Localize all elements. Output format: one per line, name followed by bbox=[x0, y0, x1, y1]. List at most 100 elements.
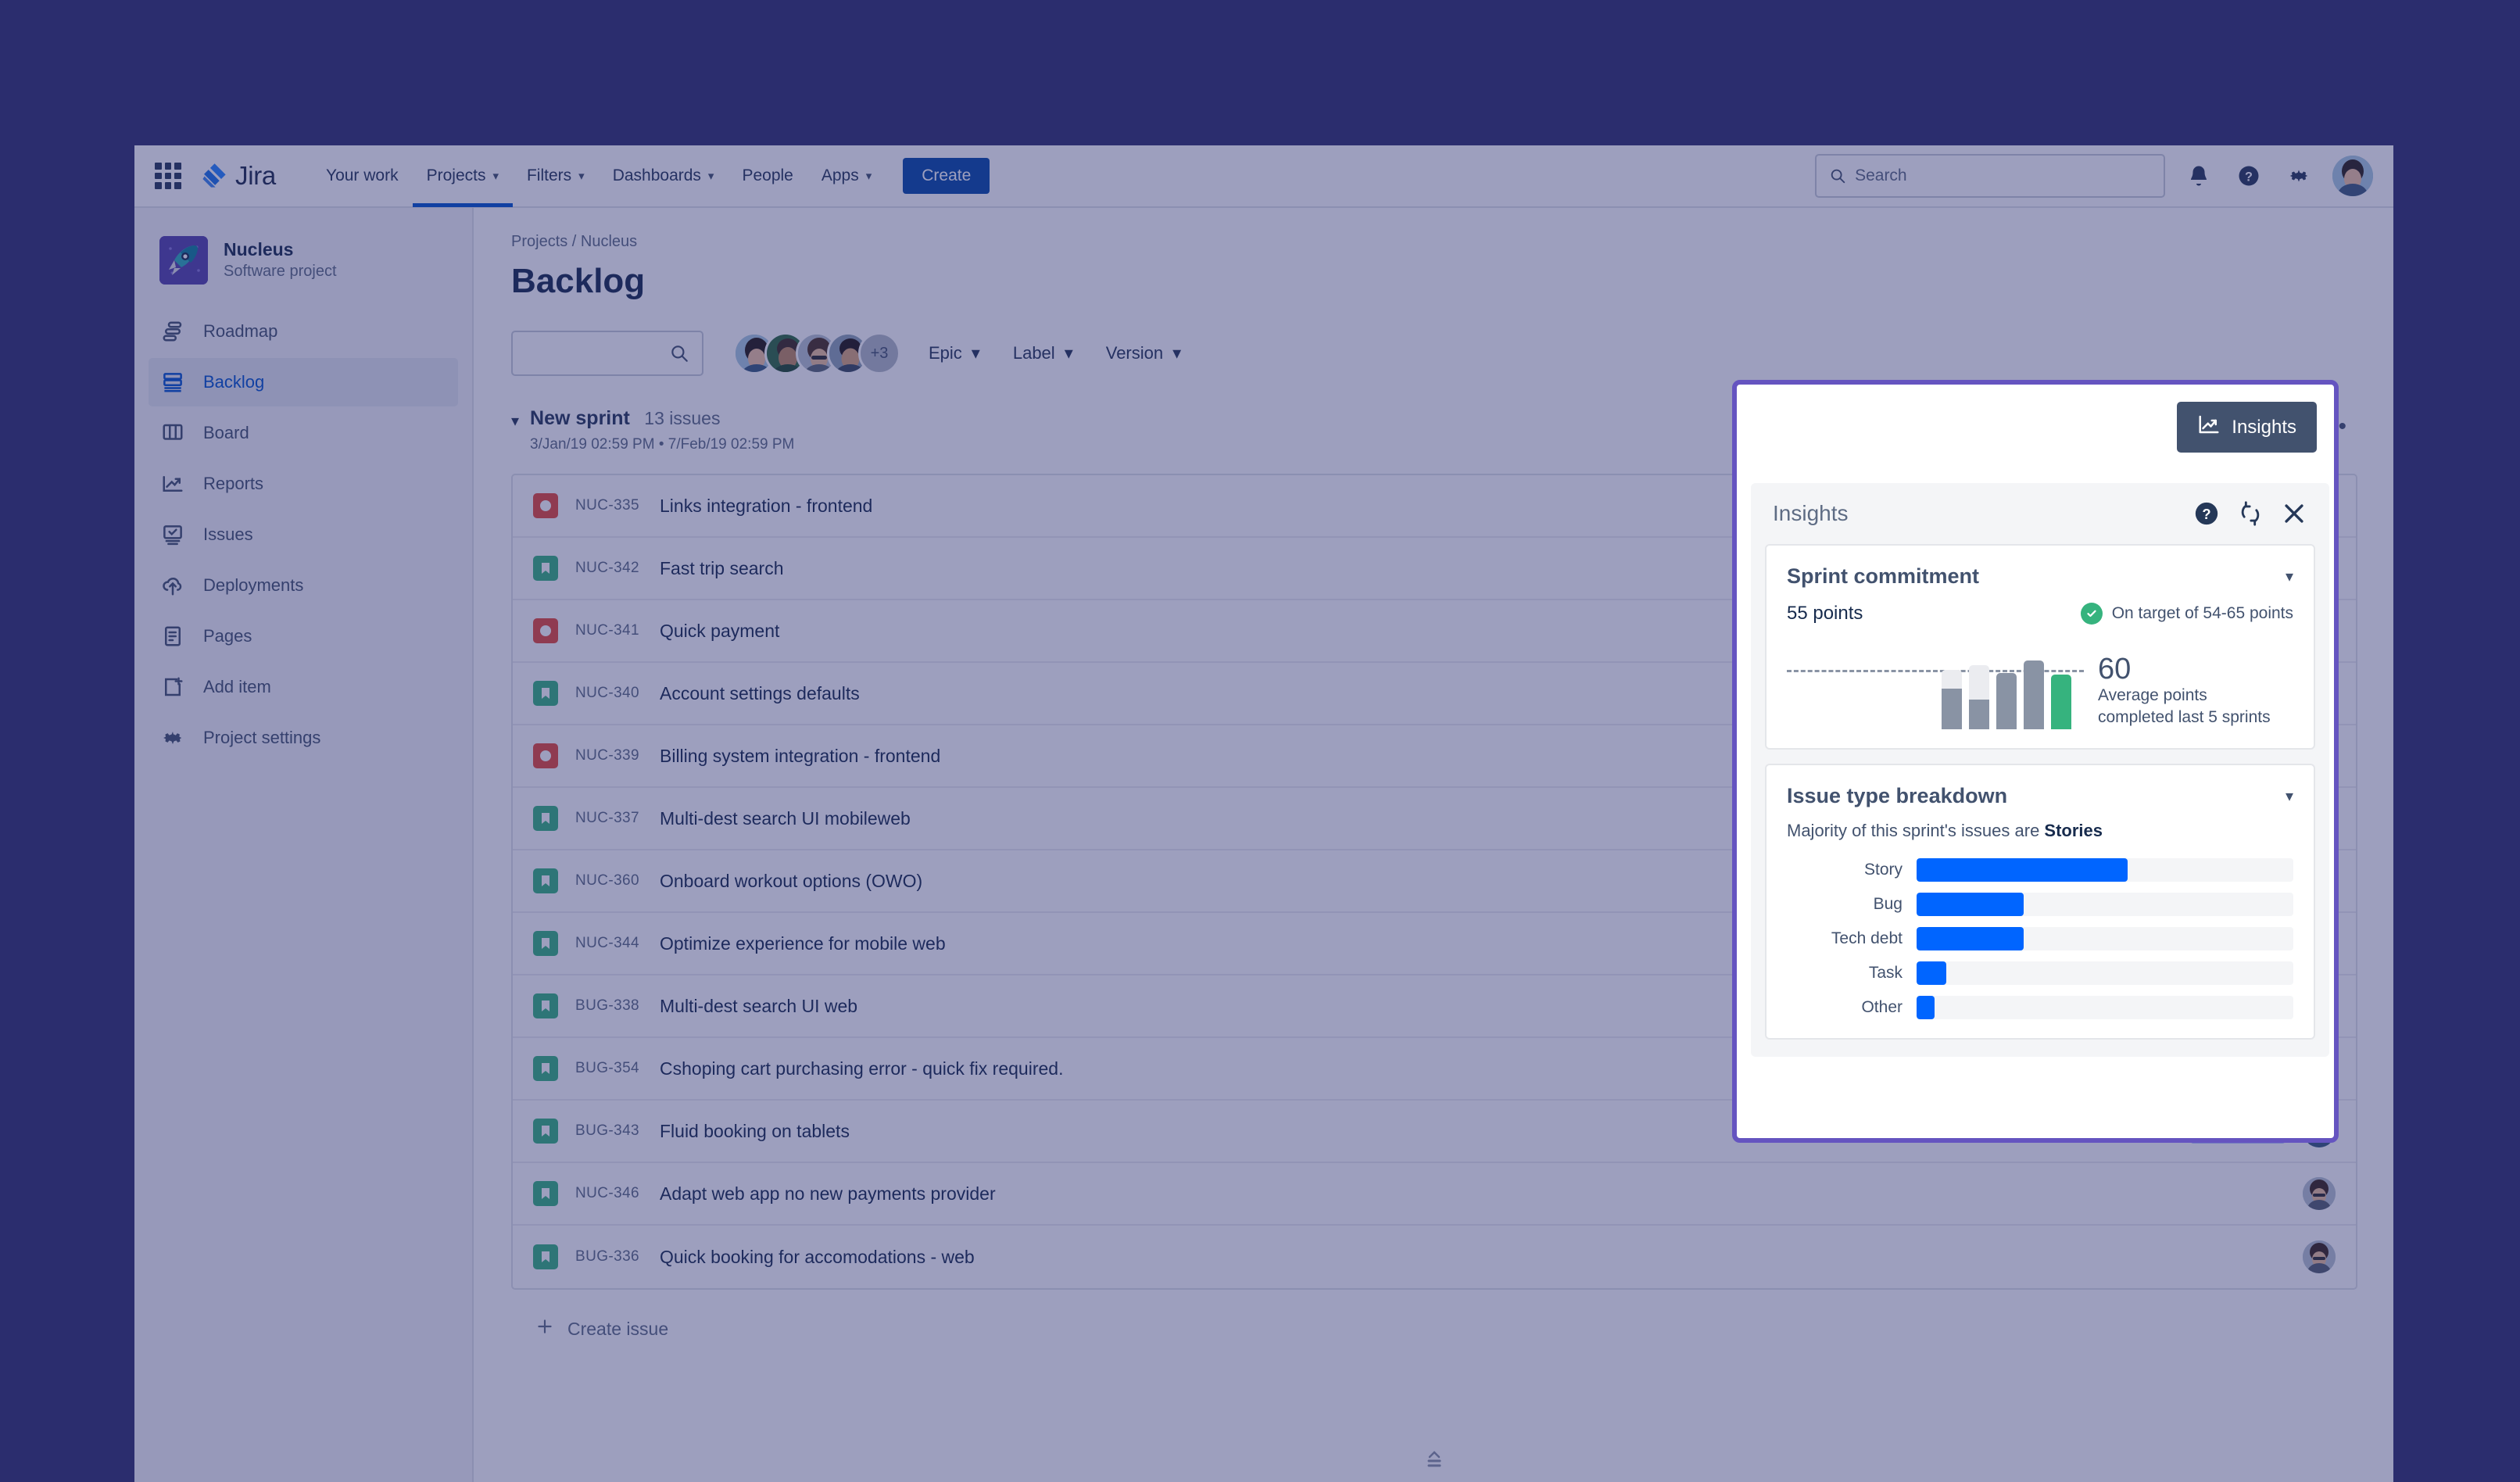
sidebar-item-label: Reports bbox=[203, 474, 264, 493]
create-issue-button[interactable]: Create issue bbox=[535, 1316, 2357, 1341]
issues-checkbox-icon bbox=[159, 521, 186, 548]
help-circle-icon[interactable]: ? bbox=[2232, 159, 2265, 192]
sidebar-item-project-settings[interactable]: Project settings bbox=[149, 714, 458, 762]
sidebar-item-issues[interactable]: Issues bbox=[149, 510, 458, 559]
filter-toolbar: +3 Epic ▾ Label ▾ Version ▾ bbox=[511, 331, 2357, 376]
scroll-handle[interactable] bbox=[1421, 1450, 1448, 1474]
reports-chart-icon bbox=[159, 471, 186, 497]
average-points-caption-2: completed last 5 sprints bbox=[2098, 707, 2271, 726]
sidebar-item-reports[interactable]: Reports bbox=[149, 460, 458, 508]
issue-type-story-icon bbox=[533, 993, 558, 1018]
user-avatar[interactable] bbox=[2332, 156, 2373, 196]
nav-item-your-work[interactable]: Your work bbox=[312, 145, 413, 207]
bd-track bbox=[1917, 927, 2293, 950]
table-row[interactable]: NUC-346 Adapt web app no new payments pr… bbox=[513, 1163, 2356, 1226]
average-points-value: 60 bbox=[2098, 652, 2132, 686]
chevron-down-icon[interactable]: ▾ bbox=[2286, 786, 2293, 806]
global-search-input[interactable] bbox=[1855, 166, 2151, 185]
list-item: Story bbox=[1787, 858, 2293, 882]
nav-item-apps[interactable]: Apps ▾ bbox=[807, 145, 886, 207]
sprint-bar-4 bbox=[2024, 660, 2044, 729]
project-sidebar: Nucleus Software project Roadmap Backlog bbox=[134, 208, 474, 1482]
filter-label: Label bbox=[1012, 343, 1055, 363]
gear-icon[interactable] bbox=[2282, 159, 2315, 192]
chevron-down-icon: ▾ bbox=[492, 170, 499, 183]
filter-label[interactable]: Label ▾ bbox=[1008, 337, 1078, 370]
issue-type-story-icon bbox=[533, 931, 558, 956]
avatar[interactable] bbox=[2303, 1240, 2336, 1273]
issue-summary: Multi-dest search UI web bbox=[660, 995, 858, 1016]
insights-toggle-button[interactable]: Insights bbox=[2177, 402, 2317, 453]
sidebar-item-deployments[interactable]: Deployments bbox=[149, 561, 458, 610]
chevron-down-icon: ▾ bbox=[971, 343, 980, 363]
issue-type-story-icon bbox=[533, 806, 558, 831]
roadmap-icon bbox=[159, 318, 186, 345]
global-search-box[interactable] bbox=[1815, 154, 2165, 198]
sidebar-item-pages[interactable]: Pages bbox=[149, 612, 458, 660]
jira-logo[interactable]: Jira bbox=[200, 161, 276, 191]
issue-key: BUG-336 bbox=[575, 1248, 640, 1265]
refresh-icon[interactable] bbox=[2237, 500, 2264, 527]
bd-fill-task bbox=[1917, 961, 1946, 985]
sprint-commitment-title: Sprint commitment bbox=[1787, 564, 1980, 588]
rocket-glyph bbox=[159, 236, 208, 285]
sprint-bar-1 bbox=[1942, 670, 1962, 729]
sprint-commitment-card: Sprint commitment ▾ 55 points On target … bbox=[1765, 544, 2315, 750]
breadcrumb[interactable]: Projects / Nucleus bbox=[511, 233, 2357, 251]
issue-summary: Optimize experience for mobile web bbox=[660, 933, 946, 954]
jira-wordmark: Jira bbox=[235, 161, 276, 190]
sprint-bars bbox=[1942, 660, 2071, 729]
issue-key: NUC-341 bbox=[575, 622, 639, 639]
bd-fill-tech-debt bbox=[1917, 927, 2024, 950]
svg-text:?: ? bbox=[2245, 170, 2253, 184]
rocket-icon bbox=[159, 236, 208, 285]
assignee-avatar-stack: +3 bbox=[733, 332, 900, 374]
list-item: Bug bbox=[1787, 893, 2293, 916]
insights-highlight-card: Insights Insights ? Sprint commitment ▾ … bbox=[1732, 380, 2339, 1143]
bell-icon[interactable] bbox=[2182, 159, 2215, 192]
bd-fill-bug bbox=[1917, 893, 2024, 916]
sprint-dates: 3/Jan/19 02:59 PM • 7/Feb/19 02:59 PM bbox=[530, 436, 795, 453]
nav-item-people[interactable]: People bbox=[728, 145, 807, 207]
chevron-down-icon[interactable]: ▾ bbox=[511, 411, 519, 431]
bd-fill-other bbox=[1917, 996, 1935, 1019]
top-navigation-bar: Jira Your work Projects ▾ Filters ▾ Dash… bbox=[134, 145, 2393, 208]
nav-item-projects[interactable]: Projects ▾ bbox=[413, 145, 513, 207]
bd-label-story: Story bbox=[1863, 861, 1903, 879]
issue-type-breakdown-subtitle: Majority of this sprint's issues are Sto… bbox=[1787, 821, 2293, 841]
sidebar-item-label: Project settings bbox=[203, 728, 321, 747]
avatar-overflow-count[interactable]: +3 bbox=[858, 332, 900, 374]
sidebar-item-roadmap[interactable]: Roadmap bbox=[149, 307, 458, 356]
sidebar-item-board[interactable]: Board bbox=[149, 409, 458, 457]
nav-item-filters[interactable]: Filters ▾ bbox=[513, 145, 599, 207]
bd-track bbox=[1917, 893, 2293, 916]
sprint-commitment-chart: 60 Average points completed last 5 sprin… bbox=[1787, 637, 2293, 729]
nav-label: Apps bbox=[821, 166, 859, 184]
bd-label-tech-debt: Tech debt bbox=[1831, 929, 1903, 947]
close-x-icon[interactable] bbox=[2281, 500, 2307, 527]
table-row[interactable]: BUG-336 Quick booking for accomodations … bbox=[513, 1226, 2356, 1288]
issue-type-story-icon bbox=[533, 1056, 558, 1081]
issue-type-story-icon bbox=[533, 1244, 558, 1269]
sidebar-item-add-item[interactable]: Add item bbox=[149, 663, 458, 711]
bd-track bbox=[1917, 996, 2293, 1019]
issue-key: BUG-354 bbox=[575, 1060, 640, 1076]
sidebar-item-backlog[interactable]: Backlog bbox=[149, 358, 458, 406]
chevron-down-icon[interactable]: ▾ bbox=[2286, 567, 2293, 586]
project-header[interactable]: Nucleus Software project bbox=[134, 227, 472, 305]
search-icon bbox=[671, 345, 688, 362]
nav-item-dashboards[interactable]: Dashboards ▾ bbox=[599, 145, 728, 207]
sidebar-item-label: Add item bbox=[203, 677, 271, 696]
help-circle-icon[interactable]: ? bbox=[2193, 500, 2220, 527]
issue-type-breakdown-card: Issue type breakdown ▾ Majority of this … bbox=[1765, 764, 2315, 1040]
backlog-search-input[interactable] bbox=[511, 331, 703, 376]
filter-epic[interactable]: Epic ▾ bbox=[924, 337, 985, 370]
apps-grid-icon[interactable] bbox=[155, 163, 181, 189]
backlog-icon bbox=[159, 369, 186, 396]
avatar[interactable] bbox=[2303, 1177, 2336, 1210]
create-button[interactable]: Create bbox=[903, 158, 990, 194]
bd-fill-story bbox=[1917, 858, 2128, 882]
filter-version[interactable]: Version ▾ bbox=[1101, 337, 1186, 370]
insights-panel-title: Insights bbox=[1773, 501, 1849, 525]
sprint-bar-3 bbox=[1996, 673, 2017, 729]
